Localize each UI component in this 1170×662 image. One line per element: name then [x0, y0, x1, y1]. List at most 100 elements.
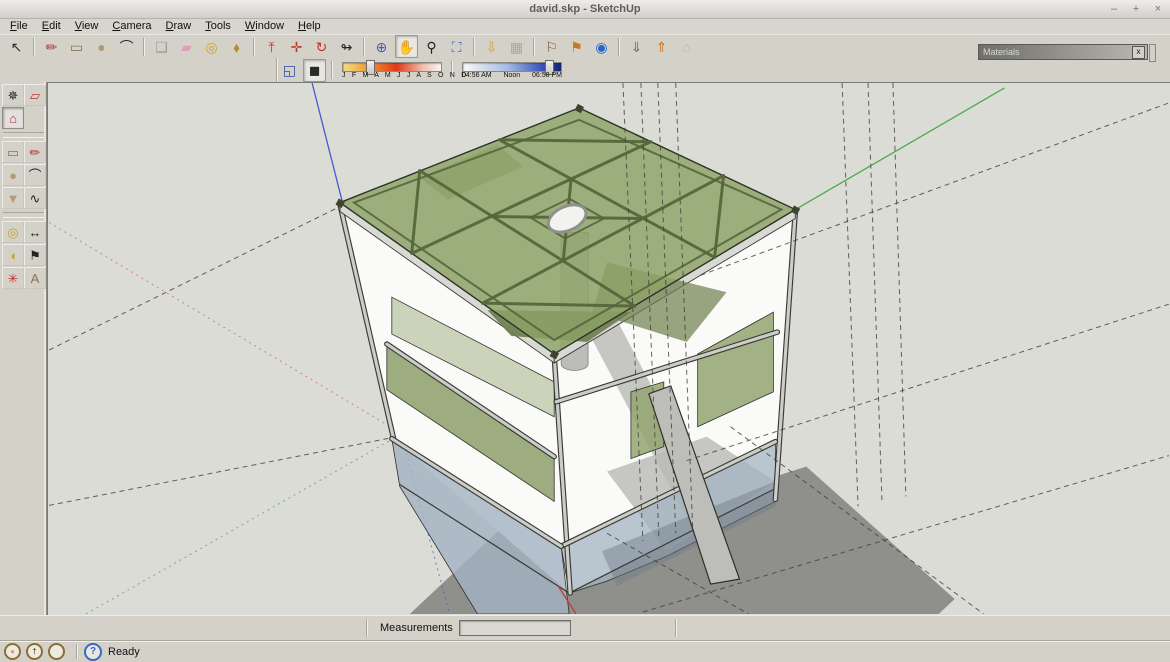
freehand-tool-button[interactable]: ∿ — [24, 187, 46, 209]
toolbar-separator[interactable] — [473, 38, 475, 56]
status-circle-icon-3[interactable] — [48, 643, 65, 660]
rectangle-tool-button[interactable]: ▭ — [2, 141, 24, 163]
toolbar-separator[interactable] — [363, 38, 365, 56]
rectangle-tool-button[interactable]: ▭ — [65, 35, 88, 58]
line-tool-button[interactable]: ✏ — [24, 141, 46, 163]
status-circle-icon-2[interactable]: † — [26, 643, 43, 660]
get-models-button[interactable]: ⇓ — [625, 35, 648, 58]
tool-icon: ✏ — [30, 146, 41, 159]
bar-separator — [366, 619, 368, 637]
tool-icon: ⚲ — [426, 40, 436, 54]
toolbar-separator[interactable] — [253, 38, 255, 56]
orbit-tool-button[interactable]: ⊕ — [370, 35, 393, 58]
make-component-button[interactable]: ❏ — [150, 35, 173, 58]
menu-bar: FileEditViewCameraDrawToolsWindowHelp — [0, 19, 1170, 34]
toolbar-separator[interactable] — [618, 38, 620, 56]
tool-icon: ❏ — [155, 40, 168, 54]
tool-icon: ◎ — [7, 226, 18, 239]
polygon-tool-button[interactable]: ▼ — [2, 187, 24, 209]
select-tool-button[interactable]: ↖ — [5, 35, 28, 58]
time-noon-label: Noon — [503, 72, 520, 79]
palette-separator[interactable] — [3, 132, 44, 138]
line-tool-button[interactable]: ✏ — [40, 35, 63, 58]
model-viewport[interactable] — [48, 83, 1170, 614]
shadow-time-slider[interactable]: 04:56 AM Noon 06:58 PM — [462, 60, 562, 80]
measurements-input[interactable] — [459, 620, 571, 636]
close-button[interactable]: × — [1152, 3, 1164, 15]
tool-icon: ∿ — [30, 192, 41, 205]
menu-item[interactable]: Window — [239, 19, 290, 34]
share-model-button[interactable]: ⇑ — [650, 35, 673, 58]
menu-item[interactable]: View — [69, 19, 105, 34]
section-plane-button[interactable]: ▱ — [24, 84, 46, 106]
tape-measure-button[interactable]: ◎ — [200, 35, 223, 58]
minimize-button[interactable]: – — [1108, 3, 1120, 15]
time-slider-labels: 04:56 AM Noon 06:58 PM — [462, 72, 562, 79]
tool-icon: A — [31, 272, 40, 285]
materials-panel[interactable]: Materials x — [978, 44, 1148, 60]
eraser-tool-button[interactable]: ▰ — [175, 35, 198, 58]
shadow-settings-button[interactable]: ◱ — [278, 59, 301, 82]
toggle-terrain-button[interactable]: ▦ — [505, 35, 528, 58]
tool-icon: ⚐ — [545, 40, 558, 54]
tool-icon: ✏ — [46, 40, 58, 54]
main-area: ✵ ▱ ⌂ ▭ ✏ ● ⌒ ▼ — [0, 82, 1170, 615]
toolbar-separator[interactable] — [33, 38, 35, 56]
pan-tool-button[interactable]: ✋ — [395, 35, 418, 58]
bar-separator — [76, 644, 78, 659]
get-current-view-button[interactable]: ⇩ — [480, 35, 503, 58]
zoom-tool-button[interactable]: ⚲ — [420, 35, 443, 58]
shadow-date-slider[interactable]: J F M A M J J A S O N D — [342, 60, 442, 80]
share-component-button[interactable]: ⌂ — [675, 35, 698, 58]
text-tool-button[interactable]: ⚑ — [24, 244, 46, 266]
status-glyph: † — [32, 647, 36, 656]
palette-empty-cell[interactable] — [24, 107, 44, 127]
tool-icon: ⊕ — [376, 40, 388, 54]
tool-icon: ⌂ — [9, 112, 17, 125]
dimension-tool-button[interactable]: ↔ — [24, 221, 46, 243]
shadow-toggle-button[interactable]: ◼ — [303, 59, 326, 82]
menu-item[interactable]: Help — [292, 19, 327, 34]
maximize-button[interactable]: + — [1130, 3, 1142, 15]
title-bar[interactable]: david.skp - SketchUp – + × — [0, 0, 1170, 19]
paint-bucket-button[interactable]: ⬧ — [225, 35, 248, 58]
tape-measure-button[interactable]: ◎ — [2, 221, 24, 243]
google-earth-button[interactable]: ◉ — [590, 35, 613, 58]
materials-close-button[interactable]: x — [1132, 46, 1145, 59]
menu-item[interactable]: Edit — [36, 19, 67, 34]
section-cut-toggle-button[interactable]: ⌂ — [2, 107, 24, 129]
menu-item[interactable]: File — [4, 19, 34, 34]
toolbar-spacer — [0, 58, 277, 82]
photo-textures-button[interactable]: ⚑ — [565, 35, 588, 58]
zoom-extents-button[interactable]: ⛶ — [445, 35, 468, 58]
axes-tool-button[interactable]: ✳ — [2, 267, 24, 289]
add-location-button[interactable]: ⚐ — [540, 35, 563, 58]
menu-item[interactable]: Camera — [106, 19, 157, 34]
toolbar-separator[interactable] — [143, 38, 145, 56]
arc-tool-button[interactable]: ⌒ — [24, 164, 46, 186]
tool-icon: ◖ — [9, 249, 17, 262]
date-slider-track[interactable] — [342, 62, 442, 72]
move-tool-button[interactable]: ✛ — [285, 35, 308, 58]
offset-tool-button[interactable]: ↬ — [335, 35, 358, 58]
circle-tool-button[interactable]: ● — [2, 164, 24, 186]
tool-icon: ● — [9, 169, 17, 182]
threed-text-tool-button[interactable]: A — [24, 267, 46, 289]
circle-tool-button[interactable]: ● — [90, 35, 113, 58]
materials-panel-edge[interactable] — [1149, 44, 1156, 62]
materials-panel-title: Materials — [979, 47, 1132, 57]
palette-separator[interactable] — [3, 212, 44, 218]
toolbar-separator — [331, 61, 333, 79]
status-circle-icon-1[interactable]: ● — [4, 643, 21, 660]
menu-item[interactable]: Draw — [160, 19, 198, 34]
rotate-tool-button[interactable]: ↻ — [310, 35, 333, 58]
drawing-canvas[interactable] — [47, 82, 1170, 615]
navigation-compass-button[interactable]: ✵ — [2, 84, 24, 106]
menu-item[interactable]: Tools — [199, 19, 237, 34]
tool-icon: ⚑ — [570, 40, 583, 54]
arc-tool-button[interactable]: ⌒ — [115, 35, 138, 58]
date-slider-months: J F M A M J J A S O N D — [342, 72, 442, 79]
protractor-tool-button[interactable]: ◖ — [2, 244, 24, 266]
toolbar-separator[interactable] — [533, 38, 535, 56]
push-pull-button[interactable]: ⤒ — [260, 35, 283, 58]
